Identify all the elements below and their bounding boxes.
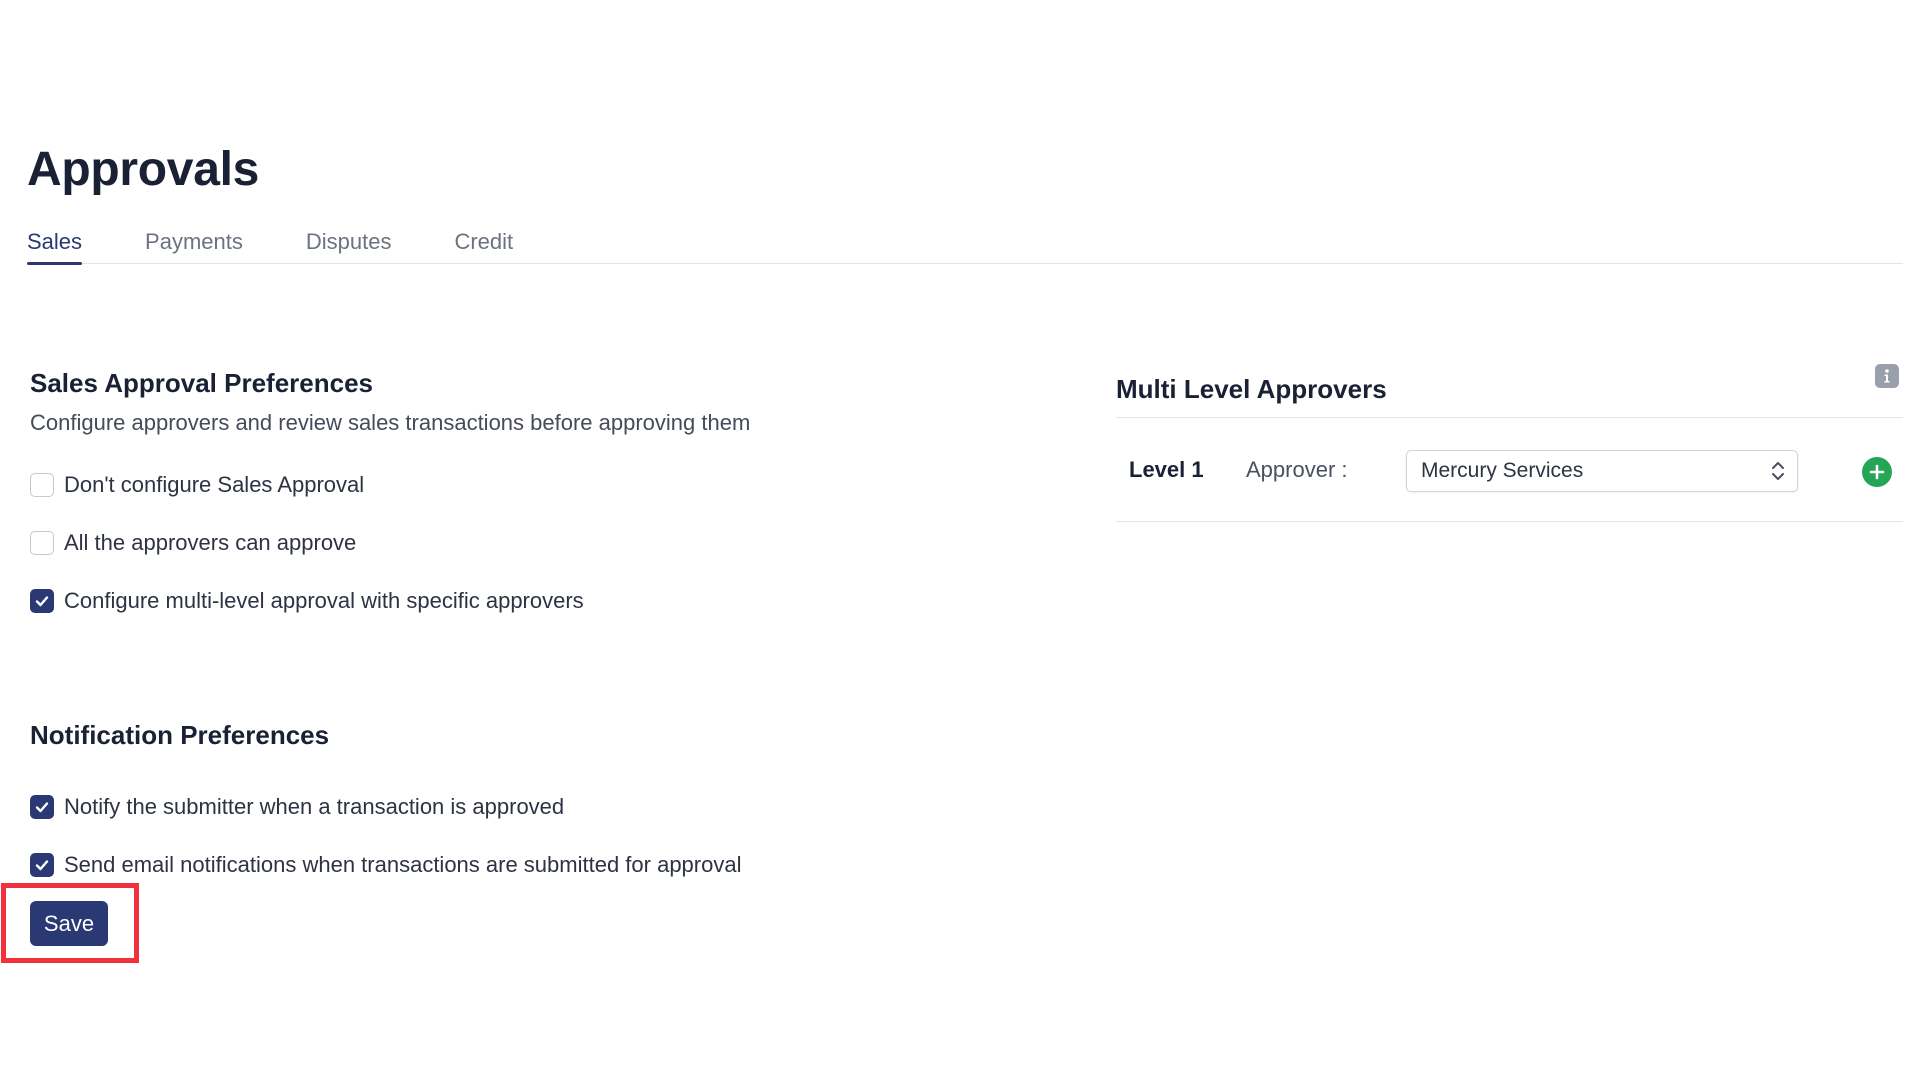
notification-options: Notify the submitter when a transaction … xyxy=(30,778,1070,894)
save-button[interactable]: Save xyxy=(30,901,108,946)
multi-level-title: Multi Level Approvers xyxy=(1116,374,1387,404)
add-level-button[interactable] xyxy=(1862,457,1892,487)
checkmark-icon xyxy=(35,596,49,607)
option-multi-level[interactable]: Configure multi-level approval with spec… xyxy=(30,572,1070,630)
tab-disputes[interactable]: Disputes xyxy=(306,224,392,264)
approver-label: Approver : xyxy=(1246,457,1348,482)
page-title: Approvals xyxy=(27,143,260,196)
notification-title: Notification Preferences xyxy=(30,720,330,750)
info-icon[interactable] xyxy=(1875,364,1899,388)
approvals-page: Approvals Sales Payments Disputes Credit… xyxy=(0,0,1920,1080)
multi-level-header: Multi Level Approvers xyxy=(1116,360,1903,418)
option-label: Configure multi-level approval with spec… xyxy=(64,588,584,613)
tab-payments[interactable]: Payments xyxy=(145,224,243,264)
multi-level-checkbox[interactable] xyxy=(30,589,54,613)
level-row: Level 1 Approver : Mercury Services xyxy=(1116,418,1903,522)
sales-approval-title: Sales Approval Preferences xyxy=(30,368,373,398)
plus-icon xyxy=(1869,464,1885,480)
option-label: Don't configure Sales Approval xyxy=(64,472,365,497)
sales-approval-section: Sales Approval Preferences Configure app… xyxy=(30,366,1070,630)
checkmark-icon xyxy=(35,860,49,871)
option-label: All the approvers can approve xyxy=(64,530,357,555)
dont-configure-checkbox[interactable] xyxy=(30,473,54,497)
option-notify-submitter[interactable]: Notify the submitter when a transaction … xyxy=(30,778,1070,836)
save-highlight-box: Save xyxy=(1,883,139,963)
tab-credit[interactable]: Credit xyxy=(454,224,513,264)
option-label: Notify the submitter when a transaction … xyxy=(64,794,565,819)
notification-section: Notification Preferences Notify the subm… xyxy=(30,718,1070,894)
tab-sales[interactable]: Sales xyxy=(27,224,83,265)
checkmark-icon xyxy=(35,802,49,813)
notify-submitter-checkbox[interactable] xyxy=(30,795,54,819)
sales-approval-options: Don't configure Sales Approval All the a… xyxy=(30,456,1070,630)
email-notifications-checkbox[interactable] xyxy=(30,853,54,877)
all-approvers-checkbox[interactable] xyxy=(30,531,54,555)
approver-select[interactable]: Mercury Services xyxy=(1406,450,1798,492)
multi-level-panel: Multi Level Approvers Level 1 Approver :… xyxy=(1116,360,1903,522)
preferences-panel: Sales Approval Preferences Configure app… xyxy=(30,366,1070,894)
option-email-notifications[interactable]: Send email notifications when transactio… xyxy=(30,836,1070,894)
approver-select-value: Mercury Services xyxy=(1421,459,1584,482)
chevron-up-down-icon xyxy=(1772,462,1784,480)
level-label: Level 1 xyxy=(1129,457,1204,482)
info-glyph xyxy=(1884,369,1890,383)
option-dont-configure[interactable]: Don't configure Sales Approval xyxy=(30,456,1070,514)
tab-bar: Sales Payments Disputes Credit xyxy=(27,224,1903,265)
sales-approval-description: Configure approvers and review sales tra… xyxy=(30,410,751,435)
option-label: Send email notifications when transactio… xyxy=(64,852,742,877)
option-all-approvers[interactable]: All the approvers can approve xyxy=(30,514,1070,572)
